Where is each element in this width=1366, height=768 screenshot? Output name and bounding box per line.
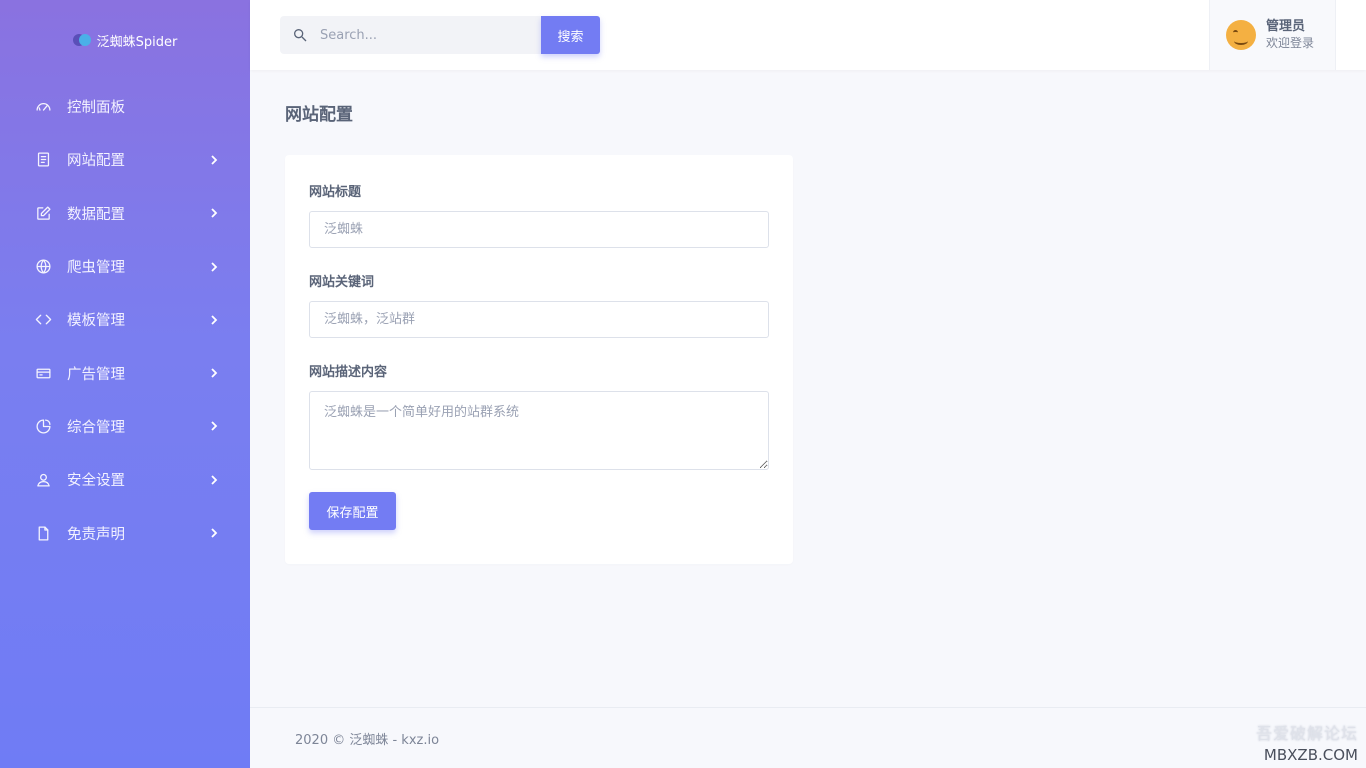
sidebar-item-label: 网站配置 bbox=[67, 153, 125, 170]
chevron-right-icon bbox=[208, 420, 220, 432]
user-icon bbox=[34, 471, 52, 489]
search-button[interactable]: 搜索 bbox=[541, 16, 600, 54]
sidebar-item-ads[interactable]: 广告管理 bbox=[0, 346, 250, 399]
sidebar-item-label: 控制面板 bbox=[67, 100, 125, 117]
keywords-input[interactable] bbox=[309, 301, 769, 338]
watermark-line1: 吾爱破解论坛 bbox=[1255, 724, 1358, 743]
avatar bbox=[1226, 20, 1256, 50]
sidebar-item-data-config[interactable]: 数据配置 bbox=[0, 187, 250, 240]
site-config-form: 网站标题 网站关键词 网站描述内容 保存配置 bbox=[285, 155, 793, 564]
footer: 2020 © 泛蜘蛛 - kxz.io bbox=[250, 707, 1366, 768]
chevron-right-icon bbox=[208, 154, 220, 166]
dashboard-icon bbox=[34, 98, 52, 116]
card-icon bbox=[34, 364, 52, 382]
sidebar-item-general[interactable]: 综合管理 bbox=[0, 400, 250, 453]
sidebar-item-label: 安全设置 bbox=[67, 473, 125, 490]
footer-copyright: 2020 © 泛蜘蛛 - kxz.io bbox=[295, 732, 440, 748]
spider-logo-icon bbox=[72, 33, 93, 47]
sidebar-item-label: 综合管理 bbox=[67, 419, 125, 436]
chevron-right-icon bbox=[208, 527, 220, 539]
document-icon bbox=[34, 151, 52, 169]
search-icon bbox=[294, 28, 307, 42]
search-field[interactable] bbox=[280, 16, 541, 54]
user-name: 管理员 bbox=[1266, 19, 1306, 34]
sidebar-item-templates[interactable]: 模板管理 bbox=[0, 293, 250, 346]
description-textarea[interactable] bbox=[309, 391, 769, 470]
sidebar-item-dashboard[interactable]: 控制面板 bbox=[0, 80, 250, 133]
file-icon bbox=[34, 524, 52, 542]
user-greeting: 欢迎登录 bbox=[1266, 36, 1315, 50]
chevron-right-icon bbox=[208, 367, 220, 379]
sidebar: 泛蜘蛛Spider 控制面板 网站配置 数据配置 爬虫管理 模板管理 广告管理 … bbox=[0, 0, 250, 768]
keywords-label: 网站关键词 bbox=[309, 275, 375, 290]
edit-icon bbox=[34, 204, 52, 222]
globe-icon bbox=[34, 258, 52, 276]
site-title-input[interactable] bbox=[309, 211, 769, 248]
sidebar-item-security[interactable]: 安全设置 bbox=[0, 453, 250, 506]
chevron-right-icon bbox=[208, 207, 220, 219]
brand-name: 泛蜘蛛Spider bbox=[96, 34, 178, 50]
site-title-label: 网站标题 bbox=[309, 185, 362, 200]
topbar: 搜索 管理员 欢迎登录 bbox=[250, 0, 1366, 70]
watermark: 吾爱破解论坛 MBXZB.COM bbox=[1256, 720, 1358, 764]
sidebar-menu: 控制面板 网站配置 数据配置 爬虫管理 模板管理 广告管理 综合管理 安全设置 … bbox=[0, 80, 250, 560]
site-title-group: 网站标题 bbox=[309, 181, 769, 248]
chevron-right-icon bbox=[208, 474, 220, 486]
description-label: 网站描述内容 bbox=[309, 365, 388, 380]
user-info: 管理员 欢迎登录 bbox=[1266, 19, 1314, 51]
brand-logo[interactable]: 泛蜘蛛Spider bbox=[0, 0, 250, 80]
watermark-line2: MBXZB.COM bbox=[1263, 746, 1358, 764]
code-icon bbox=[34, 311, 52, 329]
sidebar-item-crawler[interactable]: 爬虫管理 bbox=[0, 240, 250, 293]
chevron-right-icon bbox=[208, 314, 220, 326]
sidebar-item-label: 免责声明 bbox=[67, 526, 125, 543]
page-title: 网站配置 bbox=[285, 105, 353, 125]
chevron-right-icon bbox=[208, 261, 220, 273]
user-menu[interactable]: 管理员 欢迎登录 bbox=[1209, 0, 1336, 70]
sidebar-item-disclaimer[interactable]: 免责声明 bbox=[0, 506, 250, 559]
sidebar-item-label: 爬虫管理 bbox=[67, 260, 125, 277]
keywords-group: 网站关键词 bbox=[309, 271, 769, 338]
save-config-button[interactable]: 保存配置 bbox=[309, 492, 396, 530]
sidebar-item-site-config[interactable]: 网站配置 bbox=[0, 133, 250, 186]
search-input[interactable] bbox=[320, 27, 520, 43]
description-group: 网站描述内容 bbox=[309, 361, 769, 470]
search-box: 搜索 bbox=[280, 16, 600, 54]
sidebar-item-label: 广告管理 bbox=[67, 366, 125, 383]
sidebar-item-label: 数据配置 bbox=[67, 206, 125, 223]
sidebar-item-label: 模板管理 bbox=[67, 313, 125, 330]
pie-icon bbox=[34, 417, 52, 435]
